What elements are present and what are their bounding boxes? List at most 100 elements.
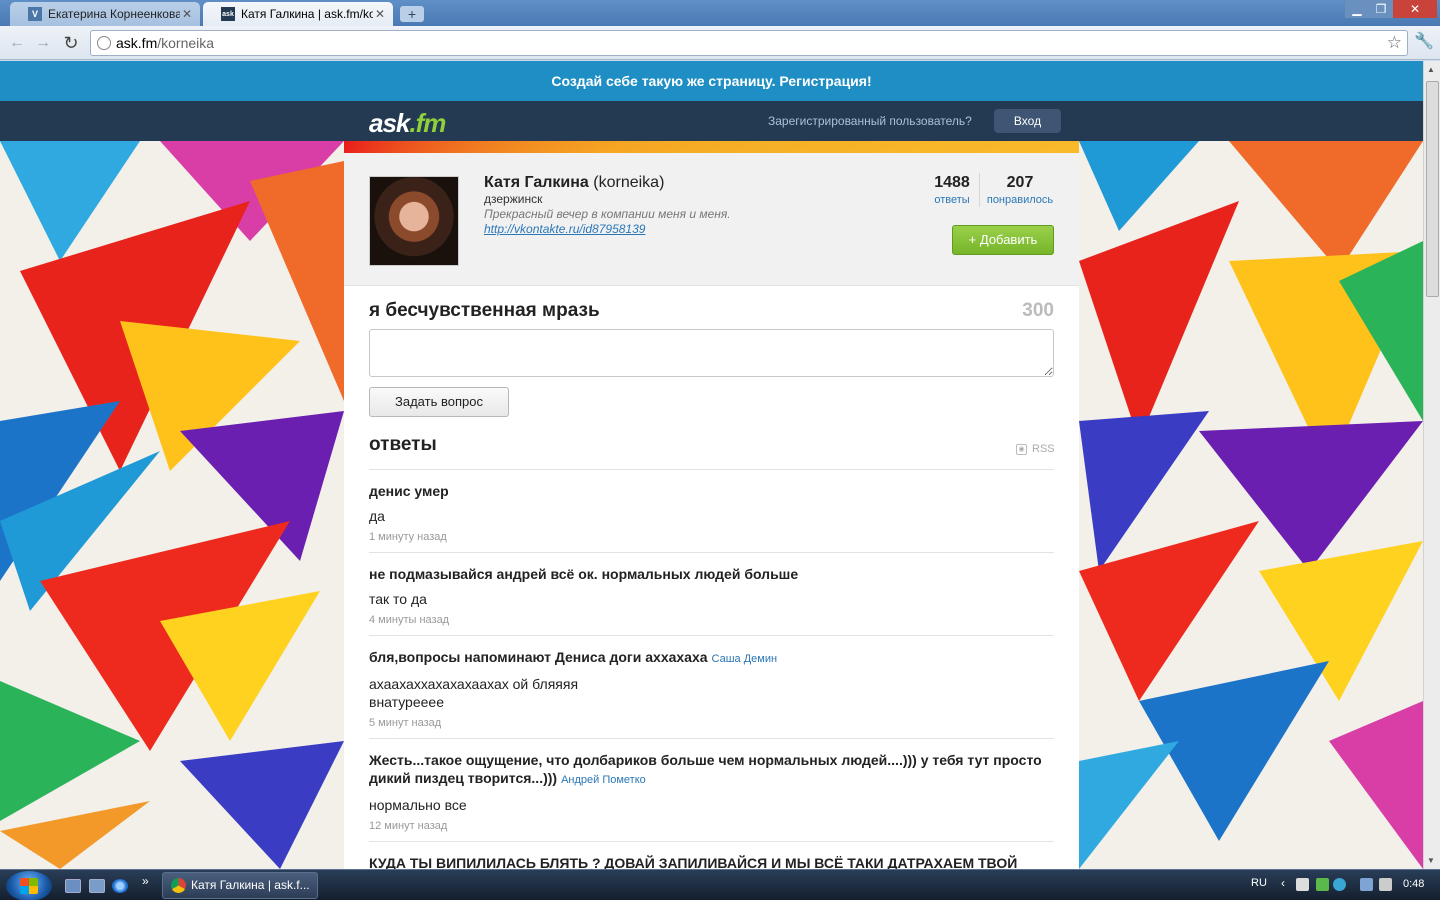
register-link[interactable]: Регистрация!	[779, 73, 871, 89]
bookmark-star-icon[interactable]: ☆	[1387, 33, 1402, 53]
profile-bio: Прекрасный вечер в компании меня и меня.	[484, 207, 731, 221]
answers-feed: денис умер да 1 минуту назад не подмазыв…	[369, 469, 1054, 869]
tab-vk[interactable]: V Екатерина Корнеенкова ✕	[10, 2, 200, 26]
profile-city: дзержинск	[484, 192, 543, 206]
tray-app-icon[interactable]	[1316, 878, 1329, 891]
tray-update-icon[interactable]	[1333, 878, 1346, 891]
answer-time[interactable]: 5 минут назад	[369, 717, 1054, 729]
volume-icon[interactable]	[1379, 878, 1392, 891]
question-text[interactable]: Жесть...такое ощущение, что долбариков б…	[369, 751, 1054, 789]
windows-taskbar: » Катя Галкина | ask.f... RU ‹ 0:48	[0, 869, 1440, 900]
vk-favicon-icon: V	[28, 7, 42, 21]
char-counter: 300	[1022, 300, 1054, 321]
network-icon[interactable]	[1360, 878, 1373, 891]
logo-main: ask	[369, 108, 410, 138]
askfm-logo[interactable]: ask.fm	[369, 108, 446, 139]
question-text[interactable]: не подмазывайся андрей всё ок. нормальны…	[369, 565, 1054, 583]
minimize-button[interactable]: ▁	[1345, 0, 1369, 18]
answers-count: 1488	[934, 174, 970, 191]
rss-link[interactable]: ◉ RSS	[1016, 443, 1055, 455]
background-art-left	[0, 141, 344, 869]
rss-icon: ◉	[1016, 443, 1027, 455]
question-body: денис умер	[369, 483, 449, 499]
globe-icon	[97, 36, 111, 50]
forward-button[interactable]: →	[32, 32, 54, 54]
tray-expand-icon[interactable]: ‹	[1281, 876, 1285, 890]
list-item: КУДА ТЫ ВИПИЛИЛАСЬ БЛЯТЬ ? ДОВАЙ ЗАПИЛИВ…	[369, 841, 1054, 869]
profile-header: Катя Галкина (korneika) дзержинск Прекра…	[344, 153, 1079, 286]
ask-question-button[interactable]: Задать вопрос	[369, 387, 509, 417]
profile-card: Катя Галкина (korneika) дзержинск Прекра…	[344, 153, 1079, 869]
question-text[interactable]: КУДА ТЫ ВИПИЛИЛАСЬ БЛЯТЬ ? ДОВАЙ ЗАПИЛИВ…	[369, 854, 1054, 869]
question-text[interactable]: бля,вопросы напоминают Дениса доги аххах…	[369, 648, 1054, 668]
window-close-button[interactable]: ✕	[1393, 0, 1437, 18]
question-author-link[interactable]: Саша Демин	[712, 653, 778, 665]
page-viewport: Создай себе такую же страницу. Регистрац…	[0, 61, 1423, 869]
tab-title: Екатерина Корнеенкова	[48, 7, 180, 21]
add-friend-button[interactable]: + Добавить	[952, 225, 1054, 255]
clock[interactable]: 0:48	[1403, 878, 1424, 890]
site-header: ask.fm Зарегистрированный пользователь? …	[0, 101, 1423, 141]
likes-count: 207	[1006, 174, 1034, 191]
profile-link[interactable]: http://vkontakte.ru/id87958139	[484, 222, 645, 236]
ask-section-title: я бесчувственная мразь	[369, 300, 600, 321]
answers-section-title: ответы	[369, 434, 437, 455]
url-path: /korneika	[157, 35, 215, 51]
askfm-favicon-icon: ask	[221, 7, 235, 21]
likes-stat[interactable]: 207 понравилось	[985, 174, 1055, 206]
reload-button[interactable]: ↻	[60, 32, 82, 54]
avatar[interactable]	[369, 176, 459, 266]
chrome-icon	[171, 878, 186, 893]
wrench-menu-icon[interactable]: 🔧	[1414, 31, 1434, 51]
scrollbar-thumb[interactable]	[1426, 81, 1439, 297]
likes-label: понравилось	[986, 194, 1054, 206]
question-author-link[interactable]: Андрей Пометко	[561, 774, 646, 786]
list-item: не подмазывайся андрей всё ок. нормальны…	[369, 552, 1054, 635]
profile-display-name: Катя Галкина	[484, 174, 589, 191]
logo-suffix: .fm	[409, 108, 446, 138]
language-indicator[interactable]: RU	[1251, 877, 1267, 889]
answers-stat[interactable]: 1488 ответы	[931, 174, 973, 206]
list-item: Жесть...такое ощущение, что долбариков б…	[369, 738, 1054, 841]
tab-askfm[interactable]: ask Катя Галкина | ask.fm/korr ✕	[203, 2, 393, 26]
windows-logo-icon	[20, 878, 38, 894]
question-input[interactable]	[369, 329, 1054, 377]
taskbar-chrome-window[interactable]: Катя Галкина | ask.f...	[162, 872, 318, 899]
list-item: денис умер да 1 минуту назад	[369, 469, 1054, 552]
scroll-up-icon[interactable]: ▲	[1427, 65, 1435, 74]
login-button[interactable]: Вход	[994, 109, 1061, 133]
task-label: Катя Галкина | ask.f...	[191, 878, 310, 892]
profile-username: (korneika)	[593, 174, 665, 191]
answer-time[interactable]: 12 минут назад	[369, 820, 1054, 832]
rss-label: RSS	[1032, 443, 1055, 455]
quicklaunch-more-icon[interactable]: »	[142, 874, 149, 888]
switch-windows-icon[interactable]	[89, 879, 105, 893]
start-button[interactable]	[6, 871, 52, 900]
url-host: ask.fm	[116, 35, 158, 51]
profile-name: Катя Галкина (korneika)	[484, 174, 664, 192]
browser-toolbar: ← → ↻ ask.fm/korneika ☆	[0, 26, 1440, 60]
close-tab-icon[interactable]: ✕	[373, 7, 387, 21]
signup-promo-banner: Создай себе такую же страницу. Регистрац…	[0, 61, 1423, 101]
promo-text: Создай себе такую же страницу.	[551, 73, 776, 89]
question-text[interactable]: денис умер	[369, 482, 1054, 500]
show-desktop-icon[interactable]	[65, 879, 81, 893]
question-body: Жесть...такое ощущение, что долбариков б…	[369, 752, 1042, 786]
browser-tab-bar: V Екатерина Корнеенкова ✕ ask Катя Галки…	[0, 0, 1440, 26]
question-body: не подмазывайся андрей всё ок. нормальны…	[369, 566, 799, 582]
registered-user-prompt: Зарегистрированный пользователь?	[768, 114, 972, 128]
answers-label: ответы	[934, 194, 970, 206]
answer-text: нормально все	[369, 797, 467, 813]
answer-time[interactable]: 4 минуты назад	[369, 614, 1054, 626]
tray-keyboard-icon[interactable]	[1296, 878, 1309, 891]
address-bar[interactable]: ask.fm/korneika ☆	[90, 30, 1408, 56]
scroll-down-icon[interactable]: ▼	[1427, 856, 1435, 865]
back-button[interactable]: ←	[6, 32, 28, 54]
page-scrollbar[interactable]: ▲ ▼	[1423, 61, 1440, 869]
internet-explorer-icon[interactable]	[112, 879, 128, 893]
close-tab-icon[interactable]: ✕	[180, 7, 194, 21]
new-tab-button[interactable]: +	[400, 6, 424, 22]
answer-time[interactable]: 1 минуту назад	[369, 531, 1054, 543]
background-art-right	[1079, 141, 1423, 869]
maximize-button[interactable]: ❐	[1369, 0, 1393, 18]
